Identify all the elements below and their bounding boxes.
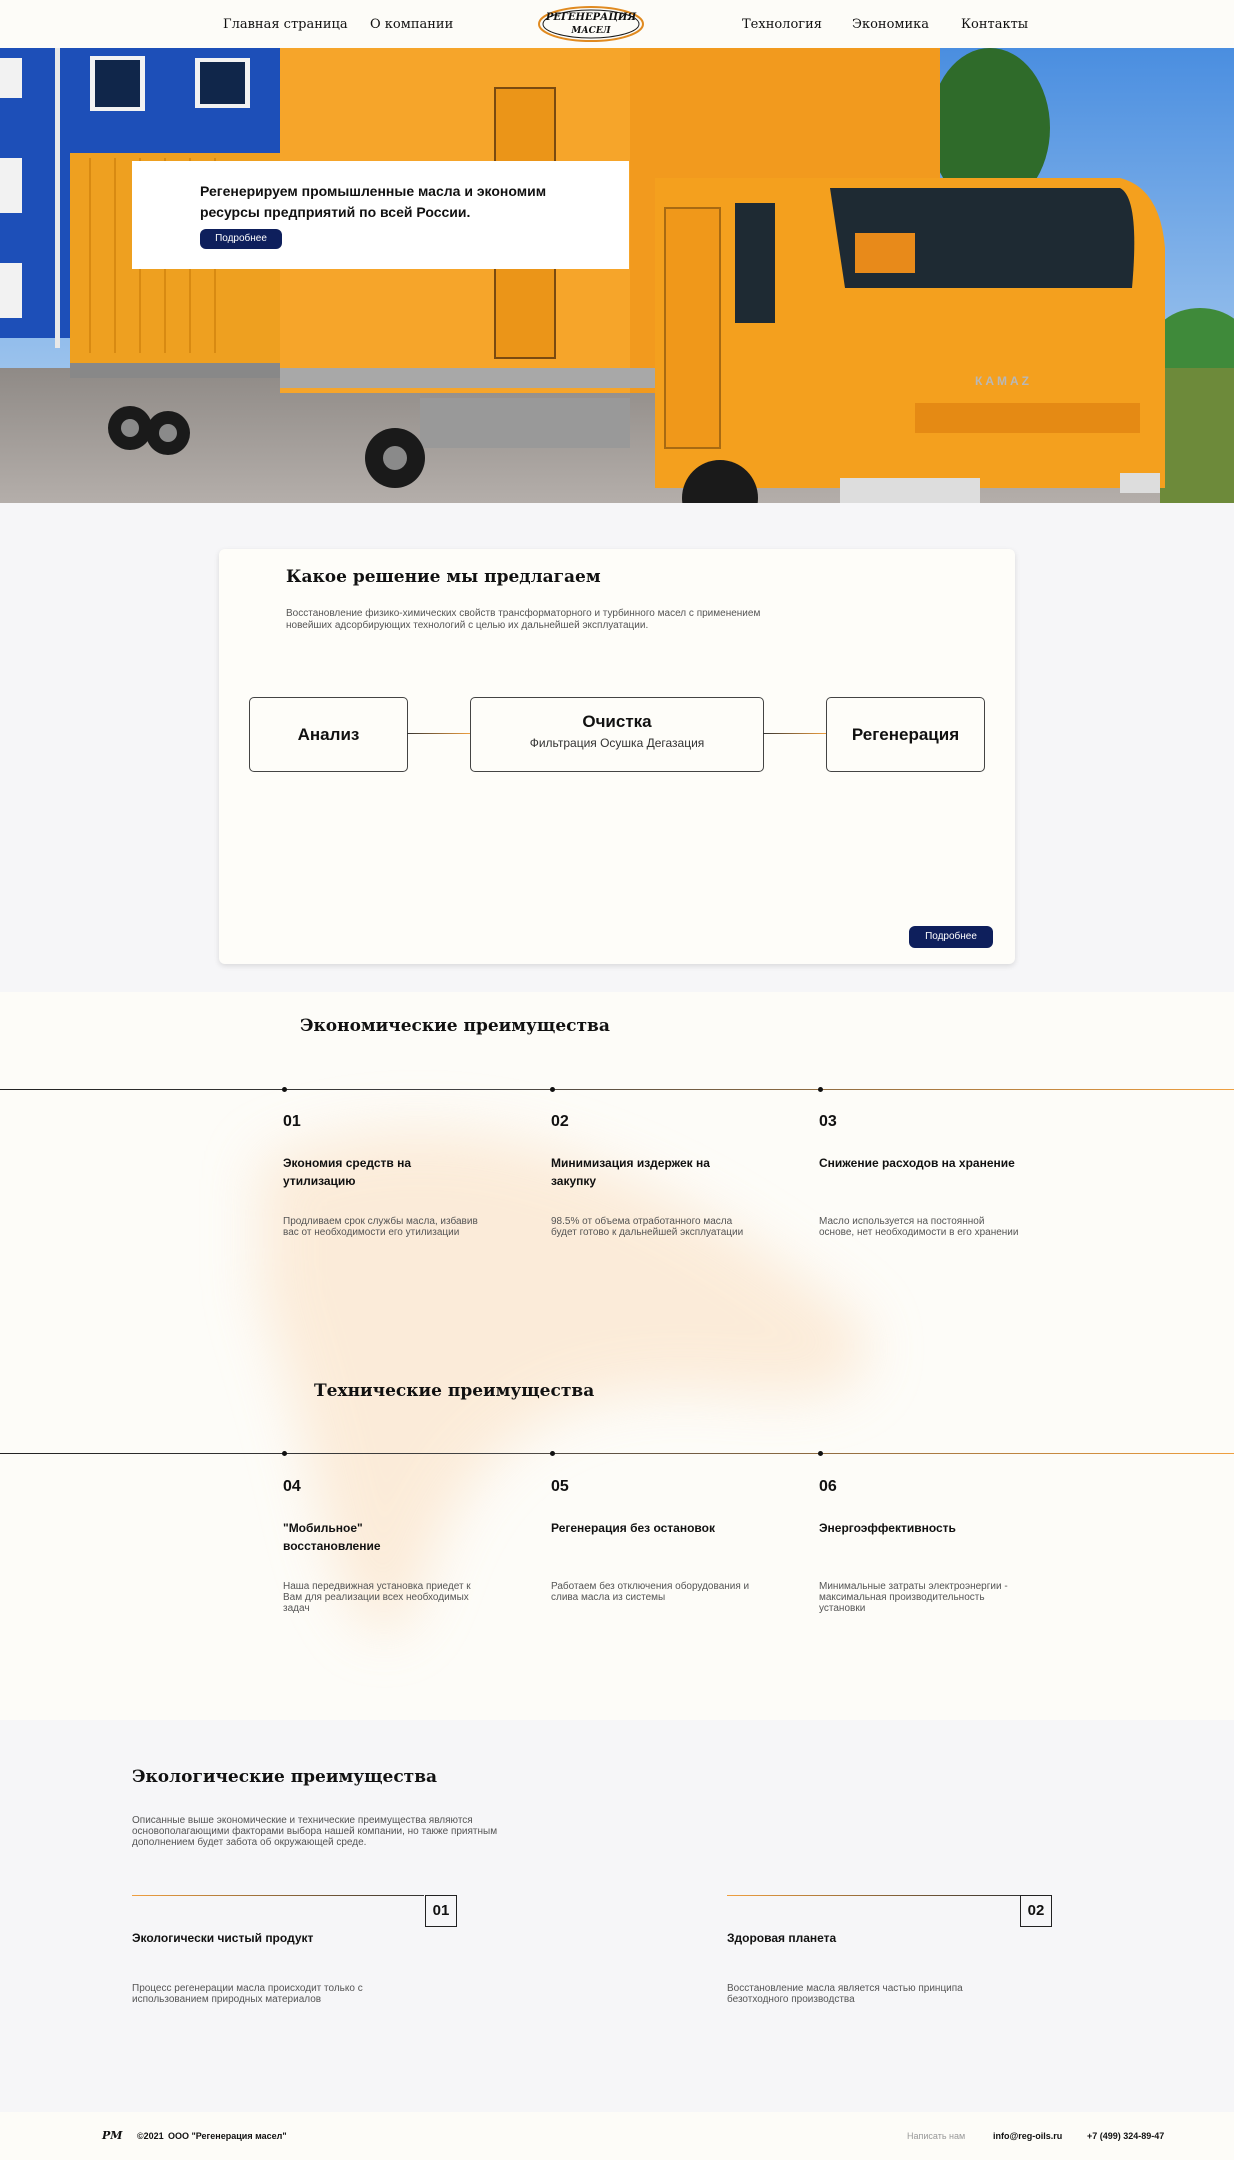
ecological-number: 02 (1020, 1895, 1052, 1927)
ecological-item-title: Здоровая планета (727, 1931, 837, 1945)
footer-phone-link[interactable]: +7 (499) 324-89-47 (1087, 2131, 1164, 2141)
solution-more-button[interactable]: Подробнее (909, 926, 993, 948)
flow-step-regeneration: Регенерация (826, 697, 985, 772)
timeline-dot (818, 1451, 823, 1456)
timeline-dot (282, 1087, 287, 1092)
advantage-title: Минимизация издержек на закупку (551, 1156, 710, 1188)
flow-step-analysis: Анализ (249, 697, 408, 772)
advantage-text: Минимальные затраты электроэнергии - мак… (819, 1581, 1008, 1614)
advantage-number: 06 (819, 1478, 837, 1495)
advantage-text: Продливаем срок службы масла, избавив ва… (283, 1216, 478, 1238)
flow-step-subtitle: Фильтрация Осушка Дегазация (529, 736, 705, 750)
timeline-dot (550, 1451, 555, 1456)
timeline-line (0, 1089, 1234, 1090)
advantage-title: "Мобильное" восстановление (283, 1521, 381, 1553)
ecological-title: Экологические преимущества (132, 1767, 438, 1787)
logo-icon (538, 6, 644, 42)
logo-text-top: РЕГЕНЕРАЦИЯ (545, 12, 637, 23)
hero-truck-image (0, 48, 1234, 503)
flow-connector (763, 733, 826, 734)
footer-copyright: ©2021 (137, 2131, 164, 2141)
advantage-number: 02 (551, 1113, 569, 1130)
advantage-number: 03 (819, 1113, 837, 1130)
footer-write-us-link[interactable]: Написать нам (907, 2131, 965, 2141)
advantage-text: Работаем без отключения оборудования и с… (551, 1581, 750, 1603)
ecological-description: Описанные выше экономические и техническ… (132, 1815, 498, 1848)
hero-headline: Регенерируем промышленные масла и эконом… (200, 183, 547, 220)
advantage-number: 01 (283, 1113, 301, 1130)
nav-economics-link[interactable]: Экономика (852, 17, 929, 32)
solution-section: Какое решение мы предлагаем Восстановлен… (0, 503, 1234, 992)
technical-title: Технические преимущества (314, 1381, 595, 1401)
timeline-dot (282, 1451, 287, 1456)
nav-home-link[interactable]: Главная страница (223, 17, 348, 32)
advantage-number: 04 (283, 1478, 301, 1495)
ecological-line (132, 1895, 424, 1896)
ecological-item-text: Процесс регенерации масла происходит тол… (132, 1983, 363, 2005)
advantage-title: Экономия средств на утилизацию (283, 1156, 412, 1188)
advantage-title: Энергоэффективность (819, 1521, 956, 1535)
advantage-number: 05 (551, 1478, 569, 1495)
flow-step-title: Регенерация (851, 725, 960, 744)
hero-banner: КАМАZ Регенерируем промышленные масла и … (0, 48, 1234, 503)
footer-logo[interactable]: РМ (102, 2129, 122, 2142)
timeline-dot (818, 1087, 823, 1092)
nav-contacts-link[interactable]: Контакты (961, 17, 1028, 32)
site-header: Главная страница О компании РЕГЕНЕРАЦИЯ … (0, 0, 1234, 48)
timeline-dot (550, 1087, 555, 1092)
flow-step-title: Анализ (297, 725, 360, 744)
solution-title: Какое решение мы предлагаем (286, 567, 601, 587)
nav-technology-link[interactable]: Технология (742, 17, 822, 32)
advantage-title: Снижение расходов на хранение (819, 1156, 1015, 1170)
hero-card: Регенерируем промышленные масла и эконом… (132, 161, 629, 269)
advantage-text: Масло используется на постоянной основе,… (819, 1216, 1019, 1238)
ecological-item-title: Экологически чистый продукт (132, 1931, 314, 1945)
solution-card: Какое решение мы предлагаем Восстановлен… (219, 549, 1015, 964)
advantage-text: Наша передвижная установка приедет к Вам… (283, 1581, 471, 1614)
flow-step-title: Очистка (582, 712, 652, 731)
site-footer: РМ ©2021 ООО "Регенерация масел" Написат… (0, 2112, 1234, 2160)
economic-title: Экономические преимущества (300, 1016, 610, 1036)
logo-text-bottom: МАСЕЛ (571, 26, 611, 36)
solution-description: Восстановление физико-химических свойств… (286, 608, 761, 631)
nav-about-link[interactable]: О компании (370, 17, 453, 32)
advantage-title: Регенерация без остановок (551, 1521, 715, 1535)
ecological-item-text: Восстановление масла является частью при… (727, 1983, 963, 2005)
logo[interactable]: РЕГЕНЕРАЦИЯ МАСЕЛ (537, 5, 645, 43)
ecological-section: Экологические преимущества Описанные выш… (0, 1720, 1234, 2112)
ecological-number: 01 (425, 1895, 457, 1927)
footer-company: ООО "Регенерация масел" (168, 2131, 287, 2141)
truck-brand-label: КАМАZ (975, 374, 1032, 388)
flow-connector (407, 733, 470, 734)
flow-step-cleaning: Очистка Фильтрация Осушка Дегазация (470, 697, 764, 772)
ecological-line (727, 1895, 1020, 1896)
hero-more-button[interactable]: Подробнее (200, 229, 282, 249)
timeline-line (0, 1453, 1234, 1454)
footer-email-link[interactable]: info@reg-oils.ru (993, 2131, 1062, 2141)
advantage-text: 98.5% от объема отработанного масла буде… (551, 1216, 744, 1238)
background-brush-stroke (260, 1130, 868, 1634)
